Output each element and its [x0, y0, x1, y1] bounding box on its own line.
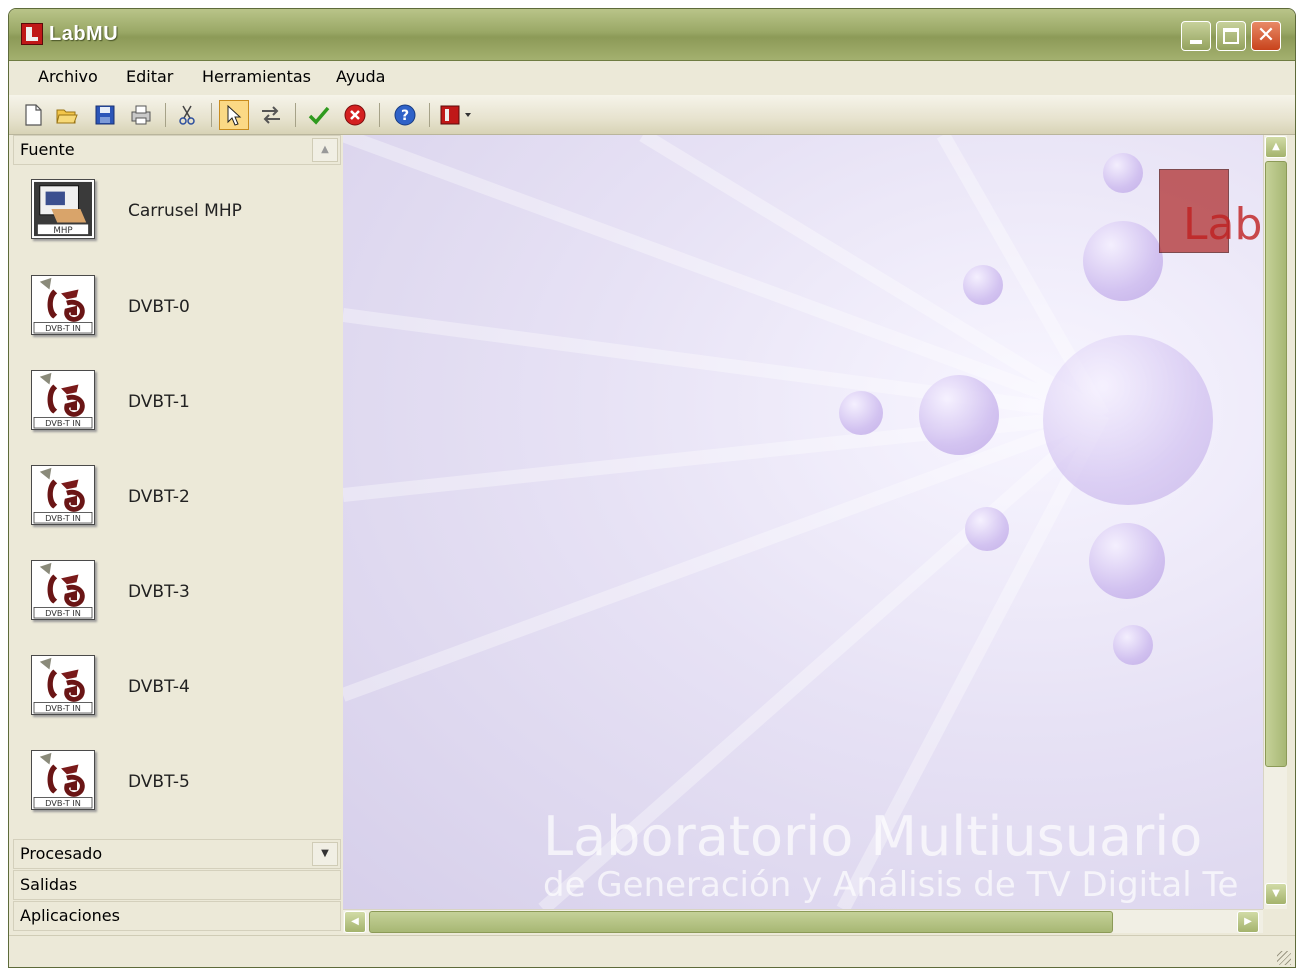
source-item-label: DVBT-0 [128, 297, 190, 317]
print-icon[interactable] [129, 103, 153, 127]
maximize-button[interactable] [1216, 21, 1246, 51]
bubble-decoration [1089, 523, 1165, 599]
maximize-icon [1223, 28, 1239, 44]
source-item-label: Carrusel MHP [128, 201, 242, 221]
svg-text:DVB-T IN: DVB-T IN [45, 608, 81, 618]
toolbar: ? [9, 95, 1295, 135]
pointer-icon[interactable] [219, 100, 249, 130]
source-item-label: DVBT-3 [128, 582, 190, 602]
main-window: LabMU ✕ Archivo Editar Herramientas Ayud… [8, 8, 1296, 968]
work-canvas[interactable]: Lab Laboratorio Multiusuario de Generaci… [343, 135, 1263, 909]
watermark-title: Laboratorio Multiusuario [543, 805, 1203, 868]
scroll-up-button[interactable]: ▲ [1265, 136, 1287, 158]
bubble-decoration [1083, 221, 1163, 301]
svg-text:DVB-T IN: DVB-T IN [45, 798, 81, 808]
bubble-decoration [963, 265, 1003, 305]
dvbt-in-icon: DVB-T IN [31, 465, 95, 525]
source-item-dvbt-0[interactable]: DVB-T IN DVBT-0 [13, 265, 341, 353]
bubble-decoration [1113, 625, 1153, 665]
section-procesado-label: Procesado [20, 844, 103, 863]
source-item-dvbt-4[interactable]: DVB-T IN DVBT-4 [13, 645, 341, 733]
source-item-dvbt-5[interactable]: DVB-T IN DVBT-5 [13, 740, 341, 828]
cut-icon[interactable] [175, 103, 199, 127]
collapse-up-button[interactable]: ▲ [312, 138, 338, 162]
close-icon: ✕ [1256, 23, 1276, 48]
window-title: LabMU [49, 23, 119, 45]
bubble-decoration [1043, 335, 1213, 505]
svg-text:?: ? [401, 108, 409, 124]
section-salidas-label: Salidas [20, 875, 78, 894]
bubble-decoration [919, 375, 999, 455]
bubble-decoration [1103, 153, 1143, 193]
status-bar [9, 935, 1295, 967]
source-item-label: DVBT-2 [128, 487, 190, 507]
section-fuente-label: Fuente [20, 140, 75, 159]
checkmark-icon[interactable] [307, 103, 331, 127]
horizontal-scrollbar[interactable]: ◀ ▶ [343, 909, 1263, 933]
resize-grip-icon[interactable] [1277, 951, 1291, 965]
bubble-decoration [839, 391, 883, 435]
app-menu-icon[interactable] [439, 103, 475, 127]
title-bar[interactable]: LabMU ✕ [9, 9, 1295, 61]
scroll-left-button[interactable]: ◀ [344, 911, 366, 933]
menu-editar[interactable]: Editar [126, 67, 173, 86]
dvbt-in-icon: DVB-T IN [31, 655, 95, 715]
svg-text:DVB-T IN: DVB-T IN [45, 323, 81, 333]
scroll-right-button[interactable]: ▶ [1237, 911, 1259, 933]
toolbar-separator [429, 103, 430, 127]
source-item-label: DVBT-5 [128, 772, 190, 792]
dvbt-in-icon: DVB-T IN [31, 560, 95, 620]
logo-text: Lab [1183, 199, 1263, 250]
stop-icon[interactable] [343, 103, 367, 127]
scroll-down-button[interactable]: ▼ [1265, 883, 1287, 905]
section-procesado[interactable]: Procesado ▼ [13, 839, 341, 869]
source-item-carrusel-mhp[interactable]: MHP Carrusel MHP [13, 169, 341, 257]
toolbar-separator [295, 103, 296, 127]
toolbar-separator [165, 103, 166, 127]
close-button[interactable]: ✕ [1251, 21, 1281, 51]
menu-bar: Archivo Editar Herramientas Ayuda [9, 61, 1295, 95]
expand-down-button[interactable]: ▼ [312, 842, 338, 866]
section-aplicaciones[interactable]: Aplicaciones [13, 901, 341, 931]
bubble-decoration [965, 507, 1009, 551]
save-icon[interactable] [93, 103, 117, 127]
source-item-dvbt-1[interactable]: DVB-T IN DVBT-1 [13, 360, 341, 448]
sidebar: Fuente ▲ MHP Carrusel MHP DVB-T IN DVBT-… [13, 135, 343, 935]
source-item-label: DVBT-1 [128, 392, 190, 412]
toolbar-separator [379, 103, 380, 127]
swap-arrows-icon[interactable] [259, 103, 283, 127]
source-item-dvbt-2[interactable]: DVB-T IN DVBT-2 [13, 455, 341, 543]
minimize-icon [1190, 40, 1202, 44]
svg-text:DVB-T IN: DVB-T IN [45, 703, 81, 713]
section-salidas[interactable]: Salidas [13, 870, 341, 900]
section-fuente[interactable]: Fuente ▲ [13, 135, 341, 165]
mhp-tv-icon: MHP [31, 179, 95, 239]
new-file-icon[interactable] [21, 103, 45, 127]
vertical-scrollbar[interactable]: ▲ ▼ [1263, 135, 1287, 909]
menu-ayuda[interactable]: Ayuda [336, 67, 385, 86]
dvbt-in-icon: DVB-T IN [31, 275, 95, 335]
source-item-dvbt-3[interactable]: DVB-T IN DVBT-3 [13, 550, 341, 638]
menu-herramientas[interactable]: Herramientas [202, 67, 311, 86]
toolbar-separator [211, 103, 212, 127]
minimize-button[interactable] [1181, 21, 1211, 51]
dvbt-in-icon: DVB-T IN [31, 370, 95, 430]
dvbt-in-icon: DVB-T IN [31, 750, 95, 810]
section-aplicaciones-label: Aplicaciones [20, 906, 120, 925]
lab-logo-watermark: Lab [1159, 169, 1263, 259]
svg-text:DVB-T IN: DVB-T IN [45, 513, 81, 523]
vertical-scroll-thumb[interactable] [1265, 161, 1287, 767]
svg-text:DVB-T IN: DVB-T IN [45, 418, 81, 428]
svg-text:MHP: MHP [53, 226, 72, 236]
horizontal-scroll-thumb[interactable] [369, 911, 1113, 933]
source-item-label: DVBT-4 [128, 677, 190, 697]
watermark-subtitle: de Generación y Análisis de TV Digital T… [543, 865, 1239, 905]
app-logo-icon[interactable] [21, 23, 43, 45]
open-folder-icon[interactable] [55, 103, 79, 127]
menu-archivo[interactable]: Archivo [38, 67, 98, 86]
help-icon[interactable]: ? [393, 103, 417, 127]
